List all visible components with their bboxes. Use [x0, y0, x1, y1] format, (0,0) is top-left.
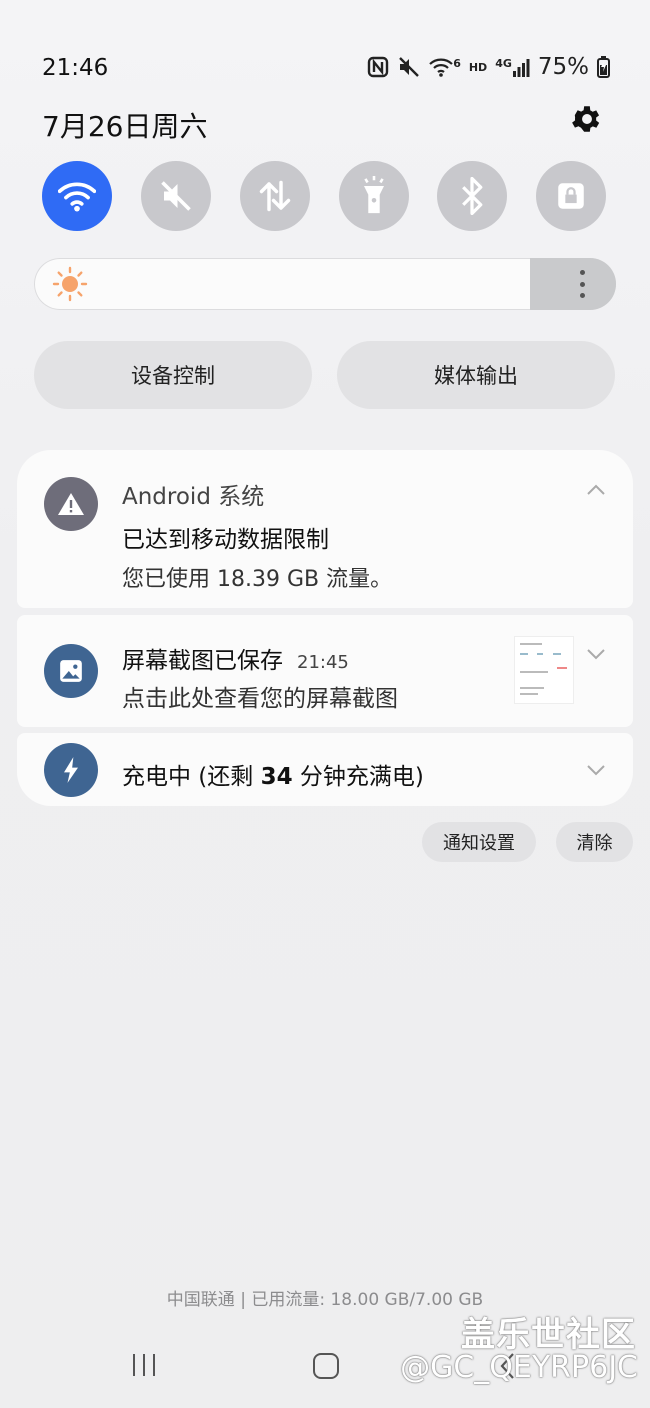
lightning-icon — [64, 757, 78, 783]
clear-all-button[interactable]: 清除 — [556, 822, 633, 862]
charging-minutes: 34 — [260, 764, 293, 790]
chevron-down-icon[interactable] — [586, 648, 606, 660]
notification-title: 屏幕截图已保存 — [122, 648, 283, 674]
notification-time: 21:45 — [297, 652, 349, 673]
notification-app-name: Android 系统 — [122, 484, 265, 510]
bluetooth-toggle[interactable] — [437, 161, 507, 231]
notification-title: 已达到移动数据限制 — [122, 527, 329, 553]
wifi-icon — [429, 58, 453, 77]
charging-prefix: 充电中 (还剩 — [122, 764, 261, 790]
lock-icon — [558, 183, 584, 209]
screenshot-thumbnail[interactable] — [514, 636, 574, 704]
mute-icon — [161, 181, 191, 211]
battery-charging-icon — [597, 56, 610, 78]
status-icons: 6 HD 4G 75% — [367, 54, 610, 80]
wifi-toggle[interactable] — [42, 161, 112, 231]
notification-app-icon — [44, 743, 98, 797]
notification-body: 您已使用 18.39 GB 流量。 — [122, 567, 393, 592]
warning-icon — [58, 493, 84, 515]
device-control-button[interactable]: 设备控制 — [34, 341, 312, 409]
chevron-up-icon[interactable] — [586, 484, 606, 496]
flashlight-icon — [364, 176, 384, 214]
battery-percent: 75% — [537, 54, 589, 80]
image-icon — [60, 660, 82, 682]
wifi-generation-label: 6 — [453, 57, 461, 70]
notification-header: 屏幕截图已保存 21:45 — [122, 641, 349, 675]
cell-generation-label: 4G — [495, 57, 512, 70]
notification-title: 充电中 (还剩 34 分钟充满电) — [122, 757, 424, 791]
watermark-user: @GC_QEYRP6JC — [400, 1350, 638, 1385]
notification-body: 点击此处查看您的屏幕截图 — [122, 686, 398, 712]
notification-settings-button[interactable]: 通知设置 — [422, 822, 536, 862]
recent-apps-icon[interactable] — [131, 1352, 157, 1378]
chevron-down-icon[interactable] — [586, 764, 606, 776]
sun-icon — [52, 266, 88, 302]
brightness-slider[interactable] — [34, 258, 616, 310]
bluetooth-icon — [462, 177, 483, 215]
settings-gear-icon[interactable] — [570, 102, 604, 136]
charging-suffix: 分钟充满电) — [292, 764, 424, 790]
more-options-icon — [579, 270, 585, 298]
sound-toggle[interactable] — [141, 161, 211, 231]
brightness-more-button[interactable] — [530, 258, 616, 310]
cell-signal-icon — [512, 59, 530, 77]
media-output-button[interactable]: 媒体输出 — [337, 341, 615, 409]
mobile-data-icon — [259, 180, 291, 212]
screen-lock-toggle[interactable] — [536, 161, 606, 231]
notification-data-limit[interactable]: Android 系统 已达到移动数据限制 您已使用 18.39 GB 流量。 — [17, 450, 633, 608]
nfc-icon — [367, 56, 389, 78]
mobile-data-toggle[interactable] — [240, 161, 310, 231]
wifi-icon — [58, 182, 96, 212]
date-label: 7月26日周六 — [42, 110, 208, 143]
flashlight-toggle[interactable] — [339, 161, 409, 231]
notification-charging[interactable]: 充电中 (还剩 34 分钟充满电) — [17, 733, 633, 806]
watermark-site: 盖乐世社区 — [461, 1315, 636, 1355]
status-time: 21:46 — [42, 55, 109, 81]
home-icon[interactable] — [312, 1352, 340, 1380]
hd-voice-label: HD — [468, 60, 488, 74]
notification-app-icon — [44, 477, 98, 531]
mute-icon — [399, 57, 420, 77]
notification-app-icon — [44, 644, 98, 698]
